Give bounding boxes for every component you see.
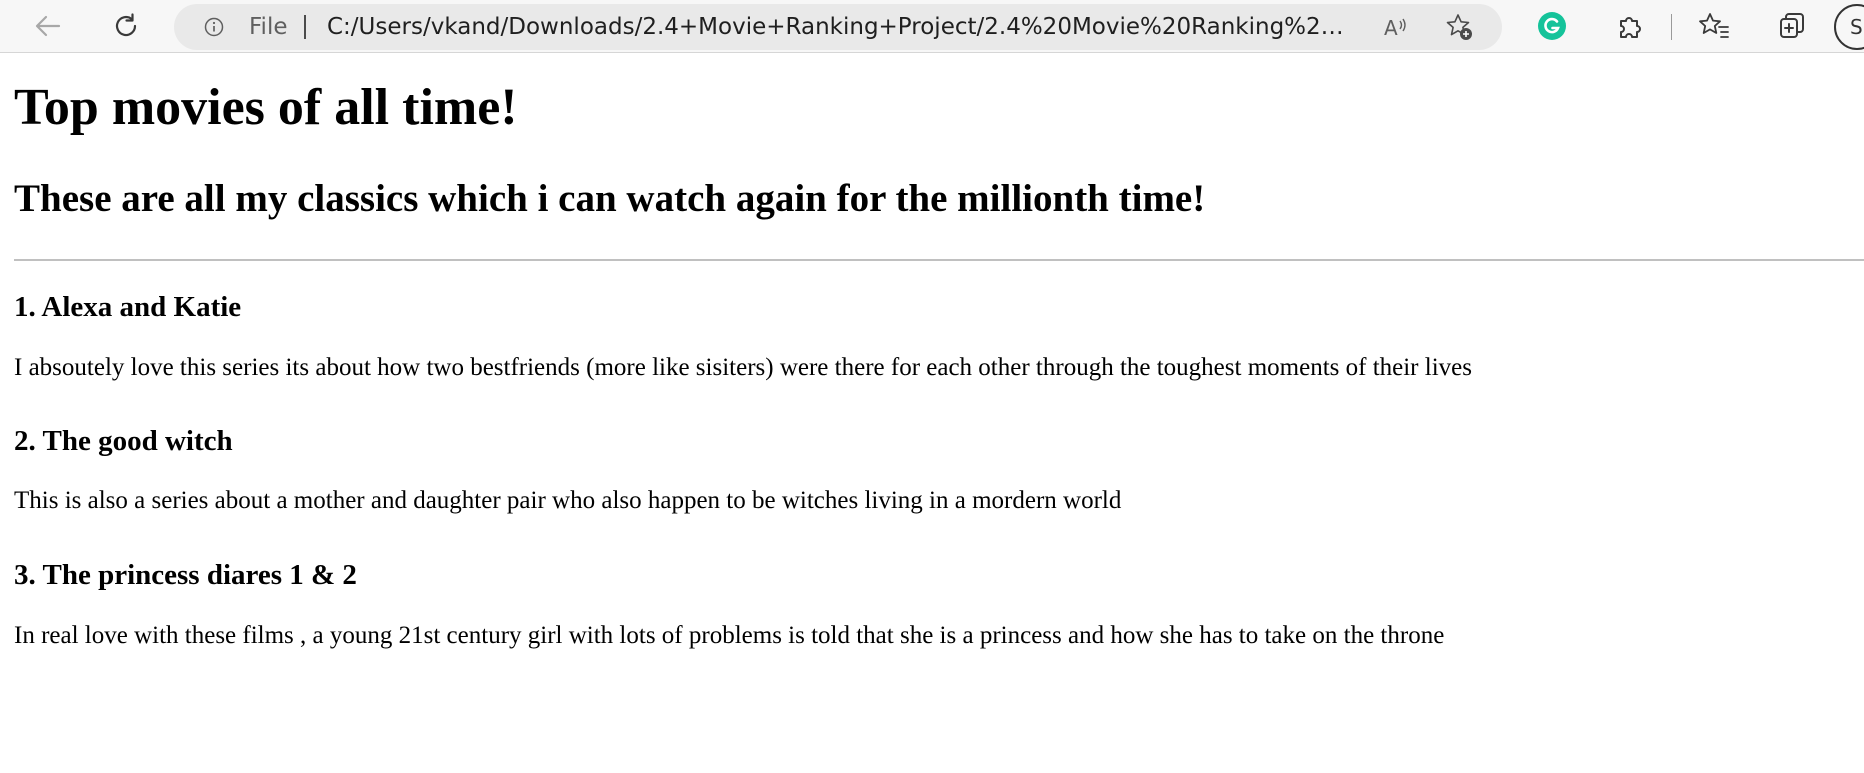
movie-heading: 3. The princess diares 1 & 2	[14, 559, 357, 591]
grammarly-button[interactable]	[1532, 6, 1572, 46]
grammarly-icon	[1538, 12, 1566, 40]
page-content: Top movies of all time! These are all my…	[0, 54, 1864, 773]
address-url-text[interactable]: C:/Users/vkand/Downloads/2.4+Movie+Ranki…	[327, 4, 1345, 50]
extensions-button[interactable]	[1610, 6, 1650, 46]
refresh-icon	[115, 13, 137, 37]
movie-description: This is also a series about a mother and…	[14, 487, 1122, 514]
extensions-icon	[1620, 17, 1641, 38]
address-scheme-label: File	[249, 14, 288, 40]
divider	[14, 259, 1864, 261]
collections-button[interactable]	[1772, 6, 1812, 46]
address-separator	[304, 15, 306, 39]
page-title: Top movies of all time!	[14, 79, 518, 136]
movie-description: I absoutely love this series its about h…	[14, 354, 1472, 381]
page-subtitle: These are all my classics which i can wa…	[14, 177, 1206, 220]
toolbar-divider	[1671, 14, 1672, 40]
refresh-button[interactable]	[106, 6, 146, 46]
back-arrow-icon	[35, 15, 61, 37]
read-aloud-icon[interactable]: A	[1381, 12, 1411, 42]
browser-toolbar: File C:/Users/vkand/Downloads/2.4+Movie+…	[0, 0, 1864, 53]
profile-avatar[interactable]: S	[1834, 4, 1864, 50]
svg-text:A: A	[1384, 16, 1398, 40]
collections-icon	[1780, 13, 1804, 38]
info-icon[interactable]	[204, 17, 224, 37]
movie-heading: 2. The good witch	[14, 425, 233, 457]
address-bar[interactable]: File C:/Users/vkand/Downloads/2.4+Movie+…	[174, 4, 1502, 50]
add-favorite-icon[interactable]	[1444, 12, 1474, 42]
movie-heading: 1. Alexa and Katie	[14, 291, 242, 323]
movie-description: In real love with these films , a young …	[14, 622, 1445, 649]
favorites-button[interactable]	[1694, 6, 1734, 46]
favorites-icon	[1699, 13, 1729, 38]
back-button[interactable]	[28, 6, 68, 46]
